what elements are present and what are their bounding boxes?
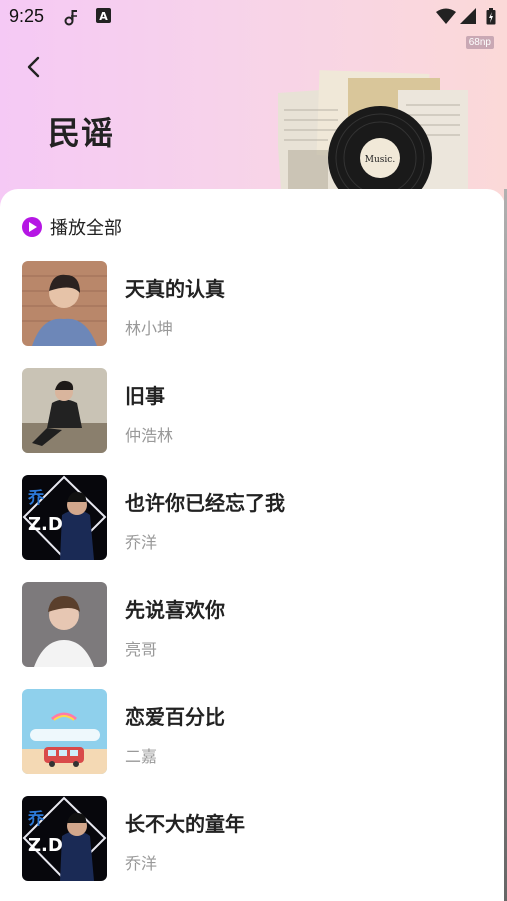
notification-a-icon: A: [96, 8, 111, 23]
song-item[interactable]: 乔 Z.D 也许你已经忘了我 乔洋: [22, 475, 492, 561]
song-title: 也许你已经忘了我: [125, 491, 285, 515]
wifi-icon: [436, 8, 456, 24]
play-circle-icon: [22, 217, 42, 237]
status-time: 9:25: [9, 6, 45, 26]
play-all-button[interactable]: 播放全部: [22, 216, 122, 239]
song-item[interactable]: 天真的认真 林小坤: [22, 261, 492, 347]
album-cover: [22, 582, 107, 667]
status-bar: 9:25 A: [0, 0, 507, 34]
song-artist: 乔洋: [125, 533, 158, 552]
song-title: 恋爱百分比: [125, 705, 225, 729]
album-cover: 乔 Z.D: [22, 475, 107, 560]
song-artist: 仲浩林: [125, 426, 174, 445]
collage-label: Music.: [365, 155, 396, 165]
album-cover: [22, 368, 107, 453]
song-artist: 乔洋: [125, 854, 158, 873]
album-cover: 乔 Z.D: [22, 796, 107, 881]
song-title: 长不大的童年: [125, 812, 245, 836]
song-item[interactable]: 乔 Z.D 长不大的童年 乔洋: [22, 796, 492, 882]
play-all-label: 播放全部: [50, 218, 122, 239]
music-note-icon: [64, 10, 77, 26]
svg-text:乔: 乔: [27, 809, 45, 828]
album-cover: [22, 689, 107, 774]
back-arrow-icon[interactable]: [22, 54, 48, 80]
signal-icon: [460, 8, 476, 24]
svg-text:乔: 乔: [27, 488, 45, 507]
svg-text:Z.D: Z.D: [28, 835, 63, 856]
album-cover: [22, 261, 107, 346]
song-item[interactable]: 恋爱百分比 二嘉: [22, 689, 492, 775]
song-title: 天真的认真: [125, 277, 225, 301]
song-title: 旧事: [125, 384, 165, 408]
song-item[interactable]: 先说喜欢你 亮哥: [22, 582, 492, 668]
page-title: 民谣: [48, 114, 115, 152]
song-artist: 二嘉: [125, 747, 158, 766]
battery-icon: [486, 8, 496, 25]
song-artist: 亮哥: [125, 640, 158, 659]
vinyl-collage-image: Music.: [278, 70, 468, 200]
header-banner: 9:25 A 68np 民谣 Music.: [0, 0, 507, 215]
song-artist: 林小坤: [125, 319, 174, 338]
song-item[interactable]: 旧事 仲浩林: [22, 368, 492, 454]
song-title: 先说喜欢你: [125, 598, 225, 622]
fps-badge: 68np: [465, 36, 494, 49]
svg-text:Z.D: Z.D: [28, 514, 63, 535]
svg-text:A: A: [99, 10, 108, 23]
